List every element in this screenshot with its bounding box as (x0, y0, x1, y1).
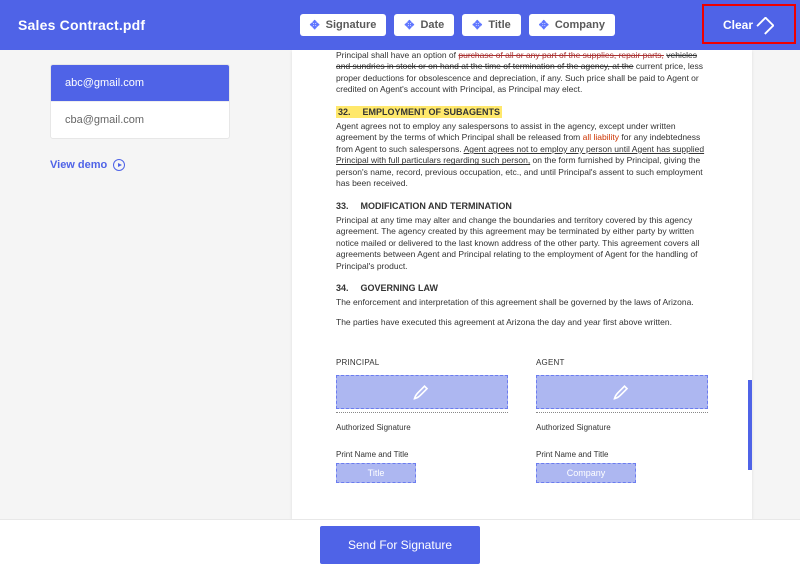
document-viewport[interactable]: Principal shall have an option of purcha… (260, 50, 800, 519)
signature-line (336, 412, 508, 413)
agent-label: AGENT (536, 358, 708, 369)
section-34-body-2: The parties have executed this agreement… (336, 317, 708, 328)
signature-label: Signature (326, 19, 377, 31)
section-34-body-1: The enforcement and interpretation of th… (336, 297, 708, 308)
title-field-placeholder[interactable]: Title (336, 463, 416, 483)
intro-paragraph: Principal shall have an option of purcha… (336, 50, 708, 96)
print-name-label: Print Name and Title (536, 450, 708, 461)
toolbar: ✥ Signature ✥ Date ✥ Title ✥ Company Cle… (300, 12, 782, 38)
view-demo-label: View demo (50, 159, 107, 171)
play-icon (113, 159, 125, 171)
eraser-icon (756, 16, 774, 34)
app-header: Sales Contract.pdf ✥ Signature ✥ Date ✥ … (0, 0, 800, 50)
move-icon: ✥ (404, 19, 414, 31)
date-field-button[interactable]: ✥ Date (394, 14, 454, 36)
signature-field-button[interactable]: ✥ Signature (300, 14, 387, 36)
auth-sig-label: Authorized Signature (336, 423, 508, 434)
principal-signature-field[interactable] (336, 375, 508, 409)
agent-signature-field[interactable] (536, 375, 708, 409)
footer: Send For Signature (0, 519, 800, 569)
title-field-button[interactable]: ✥ Title (462, 14, 520, 36)
signature-line (536, 412, 708, 413)
section-33-heading: 33. MODIFICATION AND TERMINATION (336, 200, 708, 212)
section-32-body: Agent agrees not to employ any salespers… (336, 121, 708, 190)
title-label: Title (488, 19, 510, 31)
move-icon: ✥ (539, 19, 549, 31)
principal-label: PRINCIPAL (336, 358, 508, 369)
signer-item[interactable]: cba@gmail.com (51, 102, 229, 138)
document-page: Principal shall have an option of purcha… (292, 50, 752, 519)
view-demo-link[interactable]: View demo (50, 159, 125, 171)
section-32-heading: 32. EMPLOYMENT OF SUBAGENTS (336, 106, 708, 118)
print-name-label: Print Name and Title (336, 450, 508, 461)
section-33-body: Principal at any time may alter and chan… (336, 215, 708, 272)
company-field-button[interactable]: ✥ Company (529, 14, 615, 36)
company-label: Company (555, 19, 605, 31)
document-title: Sales Contract.pdf (18, 17, 145, 33)
pen-icon (412, 382, 432, 402)
signer-list: abc@gmail.com cba@gmail.com (50, 64, 230, 139)
sidebar: abc@gmail.com cba@gmail.com View demo (0, 50, 260, 519)
signer-item[interactable]: abc@gmail.com (51, 65, 229, 102)
signature-grid: PRINCIPAL Authorized Signature Print Nam… (336, 358, 708, 482)
scroll-indicator (748, 380, 752, 470)
section-34-heading: 34. GOVERNING LAW (336, 282, 708, 294)
move-icon: ✥ (472, 19, 482, 31)
company-field-placeholder[interactable]: Company (536, 463, 636, 483)
clear-label: Clear (723, 18, 753, 32)
clear-button[interactable]: Clear (713, 12, 782, 38)
auth-sig-label: Authorized Signature (536, 423, 708, 434)
date-label: Date (420, 19, 444, 31)
move-icon: ✥ (310, 19, 320, 31)
pen-icon (612, 382, 632, 402)
send-for-signature-button[interactable]: Send For Signature (320, 526, 480, 564)
